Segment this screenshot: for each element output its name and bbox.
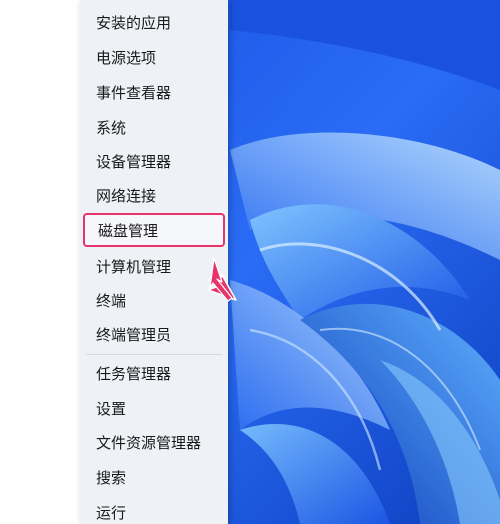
- menu-item-label: 事件查看器: [96, 83, 172, 102]
- wallpaper-bloom-graphic: [0, 0, 500, 524]
- menu-item-label: 终端管理员: [96, 325, 172, 344]
- menu-item-file-explorer[interactable]: 文件资源管理器: [80, 425, 228, 459]
- menu-item-disk-management[interactable]: 磁盘管理: [83, 213, 225, 247]
- menu-item-label: 设置: [96, 399, 127, 418]
- menu-item-label: 搜索: [96, 468, 127, 487]
- menu-item-label: 文件资源管理器: [96, 433, 202, 452]
- menu-item-event-viewer[interactable]: 事件查看器: [80, 75, 228, 109]
- menu-item-network-connections[interactable]: 网络连接: [80, 178, 228, 212]
- menu-item-label: 任务管理器: [96, 364, 172, 383]
- menu-item-label: 电源选项: [96, 48, 157, 67]
- winx-context-menu: 安装的应用 电源选项 事件查看器 系统 设备管理器 网络连接 磁盘管理 计算机管…: [80, 0, 228, 524]
- menu-item-device-manager[interactable]: 设备管理器: [80, 144, 228, 178]
- menu-item-label: 网络连接: [96, 186, 157, 205]
- menu-separator: [86, 354, 222, 355]
- menu-item-label: 安装的应用: [96, 13, 172, 32]
- menu-item-run[interactable]: 运行: [80, 495, 228, 524]
- menu-item-system[interactable]: 系统: [80, 110, 228, 144]
- menu-item-label: 磁盘管理: [98, 221, 159, 240]
- menu-item-power-options[interactable]: 电源选项: [80, 40, 228, 74]
- menu-item-search[interactable]: 搜索: [80, 460, 228, 494]
- menu-item-label: 终端: [96, 291, 127, 310]
- menu-item-installed-apps[interactable]: 安装的应用: [80, 5, 228, 39]
- menu-item-terminal-admin[interactable]: 终端管理员: [80, 317, 228, 351]
- menu-item-task-manager[interactable]: 任务管理器: [80, 356, 228, 390]
- menu-item-label: 系统: [96, 118, 127, 137]
- menu-item-label: 设备管理器: [96, 152, 172, 171]
- menu-item-label: 运行: [96, 503, 127, 522]
- menu-item-terminal[interactable]: 终端: [80, 283, 228, 317]
- menu-item-settings[interactable]: 设置: [80, 391, 228, 425]
- desktop-wallpaper: [0, 0, 500, 524]
- menu-item-label: 计算机管理: [96, 257, 172, 276]
- menu-item-computer-management[interactable]: 计算机管理: [80, 249, 228, 283]
